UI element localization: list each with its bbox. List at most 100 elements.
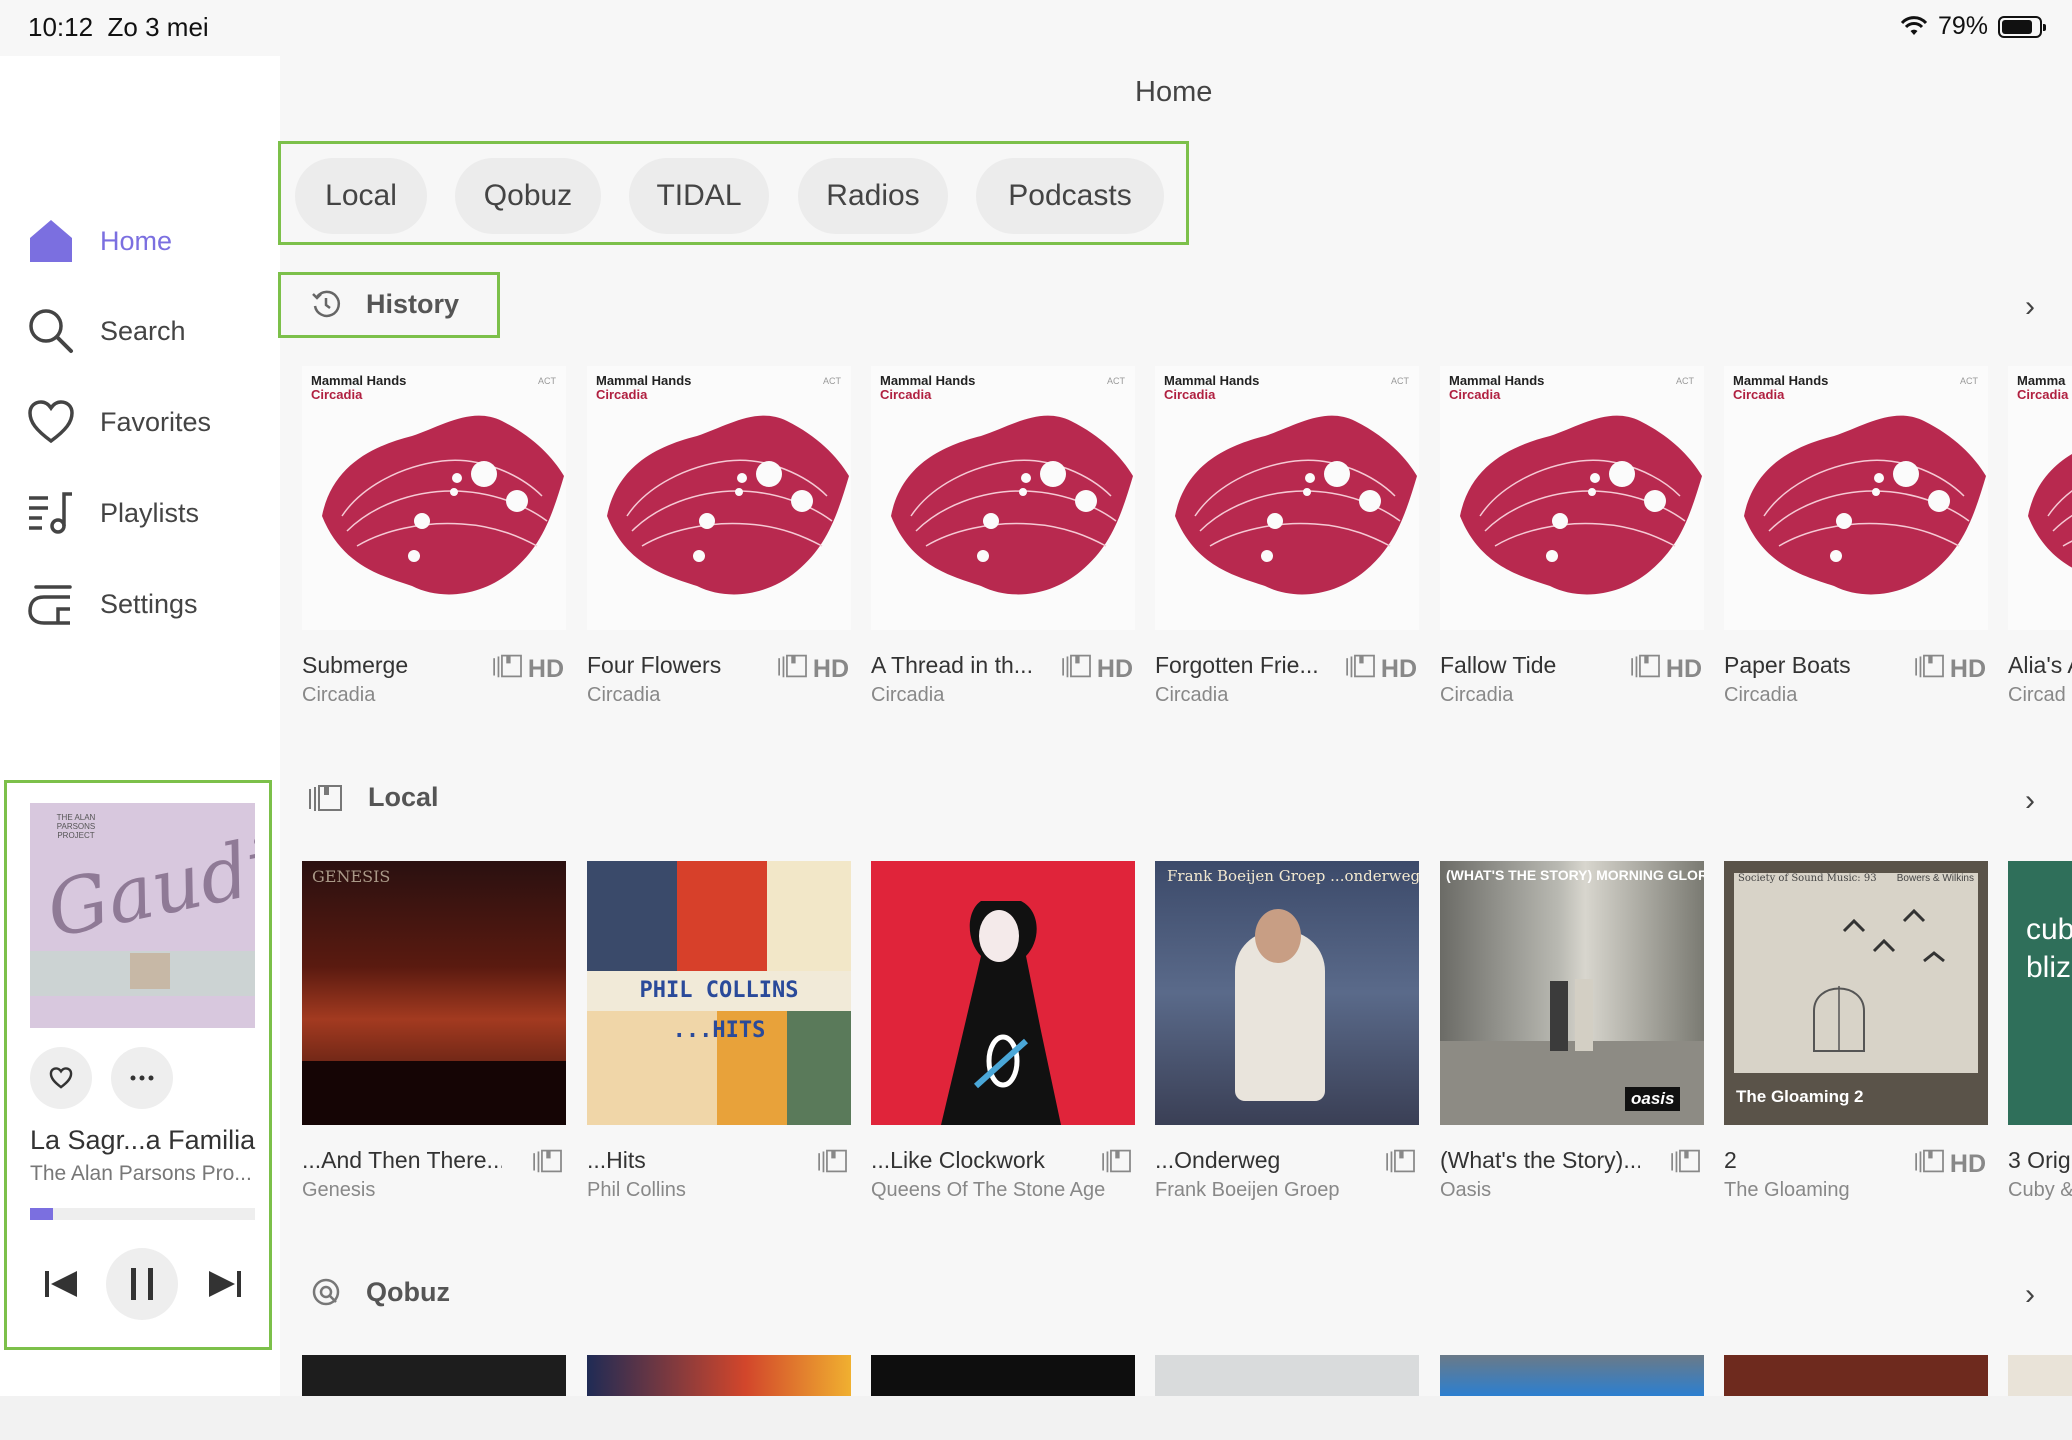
sidebar-item-playlists[interactable]: Playlists bbox=[26, 488, 199, 538]
card-title: Paper Boats bbox=[1724, 652, 1851, 678]
local-library-icon bbox=[1670, 1148, 1702, 1181]
card-title: Submerge bbox=[302, 652, 409, 678]
card-title: A Thread in th... bbox=[871, 652, 1033, 678]
history-card[interactable]: Mammal Hands Circadia ACT Fallow Tide Circ… bbox=[1440, 366, 1704, 706]
sidebar-item-label: Favorites bbox=[100, 406, 212, 437]
now-playing-title: La Sagr...a Familia bbox=[30, 1125, 256, 1155]
sidebar-item-settings[interactable]: Settings bbox=[26, 579, 198, 629]
now-playing-panel: THE ALAN PARSONS PROJECT Gaudi La Sagr..… bbox=[4, 780, 272, 1350]
album-art: Mammal Hands Circadia ACT bbox=[302, 366, 566, 630]
card-title: (What's the Story)... bbox=[1440, 1147, 1640, 1173]
quality-badges bbox=[817, 1148, 849, 1181]
card-title: ...And Then There... bbox=[302, 1147, 502, 1173]
card-title: 2 bbox=[1724, 1147, 1737, 1173]
card-subtitle: Circadia bbox=[1724, 684, 1798, 706]
tab-qobuz[interactable]: Qobuz bbox=[455, 158, 601, 234]
wifi-icon bbox=[1900, 15, 1928, 35]
history-icon bbox=[312, 290, 341, 318]
local-library-icon bbox=[492, 653, 524, 686]
history-card[interactable]: MammaCircadia Alia's A Circad bbox=[2008, 366, 2072, 706]
history-section-header[interactable]: History bbox=[310, 288, 459, 320]
card-subtitle: Circadia bbox=[1155, 684, 1229, 706]
qobuz-card[interactable] bbox=[1440, 1355, 1704, 1396]
qobuz-more-chevron[interactable]: › bbox=[2025, 1278, 2035, 1312]
card-title: Fallow Tide bbox=[1440, 652, 1557, 678]
battery-percent: 79% bbox=[1937, 12, 1988, 40]
more-options-button[interactable] bbox=[111, 1047, 173, 1109]
history-row: Mammal Hands Circadia ACT Submerge Circadi… bbox=[302, 366, 2072, 726]
hd-badge: HD bbox=[1949, 655, 1986, 683]
progress-bar[interactable] bbox=[30, 1208, 255, 1220]
art-title-text: cub bliz bbox=[2026, 913, 2072, 984]
history-card[interactable]: Mammal Hands Circadia ACT Paper Boats Circ… bbox=[1724, 366, 1988, 706]
art-street bbox=[1440, 1041, 1704, 1125]
local-card[interactable]: GENESIS ...And Then There... Genesis bbox=[302, 861, 566, 1201]
local-more-chevron[interactable]: › bbox=[2025, 784, 2035, 818]
settings-icon bbox=[28, 585, 72, 625]
sidebar-item-search[interactable]: Search bbox=[26, 306, 186, 356]
art-blob bbox=[1460, 415, 1702, 595]
art-blob bbox=[607, 415, 849, 595]
history-card[interactable]: Mammal Hands Circadia ACT A Thread in th..… bbox=[871, 366, 1135, 706]
local-card[interactable]: Society of Sound Music: 93 Bowers & Wilk… bbox=[1724, 861, 1988, 1201]
album-art: (WHAT'S THE STORY) MORNING GLORY ? oasis bbox=[1440, 861, 1704, 1125]
card-subtitle: Circad bbox=[2008, 684, 2066, 706]
hd-badge: HD bbox=[1096, 655, 1133, 683]
qobuz-card[interactable] bbox=[1155, 1355, 1419, 1396]
previous-icon bbox=[45, 1271, 77, 1297]
favorite-button[interactable] bbox=[30, 1047, 92, 1109]
local-library-icon bbox=[1914, 653, 1946, 686]
album-art: Frank Boeijen Groep ...onderweg bbox=[1155, 861, 1419, 1125]
now-playing-cover[interactable]: THE ALAN PARSONS PROJECT Gaudi bbox=[30, 803, 255, 1028]
previous-button[interactable] bbox=[37, 1248, 85, 1320]
card-subtitle: Cuby & bbox=[2008, 1179, 2072, 1201]
local-library-icon bbox=[777, 653, 809, 686]
card-subtitle: Circadia bbox=[302, 684, 376, 706]
sidebar-item-favorites[interactable]: Favorites bbox=[26, 397, 211, 447]
local-row: GENESIS ...And Then There... Genesis PHI… bbox=[302, 861, 2072, 1221]
qobuz-card[interactable] bbox=[587, 1355, 851, 1396]
album-art: Mammal Hands Circadia ACT bbox=[1440, 366, 1704, 630]
pause-button[interactable] bbox=[106, 1248, 178, 1320]
local-card[interactable]: cub bliz 3 Orig Cuby & bbox=[2008, 861, 2072, 1201]
art-figure bbox=[1550, 981, 1568, 1051]
sidebar-item-home[interactable]: Home bbox=[26, 216, 172, 266]
sidebar-item-label: Home bbox=[100, 225, 173, 256]
history-card[interactable]: Mammal Hands Circadia ACT Four Flowers Cir… bbox=[587, 366, 851, 706]
art-blob bbox=[322, 415, 564, 595]
tab-radios[interactable]: Radios bbox=[798, 158, 948, 234]
local-section-header[interactable]: Local bbox=[308, 782, 439, 813]
local-card[interactable]: Frank Boeijen Groep ...onderweg ...Onder… bbox=[1155, 861, 1419, 1201]
source-tabs: Local Qobuz TIDAL Radios Podcasts bbox=[278, 141, 1189, 245]
card-subtitle: Circadia bbox=[871, 684, 945, 706]
heart-icon bbox=[28, 400, 74, 444]
album-art: Society of Sound Music: 93 Bowers & Wilk… bbox=[1724, 861, 1988, 1125]
tab-tidal[interactable]: TIDAL bbox=[629, 158, 769, 234]
art-block bbox=[767, 861, 851, 971]
status-right: 79% bbox=[1900, 12, 2046, 41]
quality-badges: HD bbox=[492, 653, 564, 686]
sidebar-item-label: Search bbox=[100, 315, 186, 346]
heart-icon bbox=[49, 1067, 73, 1089]
home-icon bbox=[30, 220, 72, 262]
album-art: Mammal Hands Circadia ACT bbox=[1155, 366, 1419, 630]
history-card[interactable]: Mammal Hands Circadia ACT Submerge Circadi… bbox=[302, 366, 566, 706]
quality-badges: HD bbox=[1914, 1148, 1986, 1181]
qobuz-card[interactable] bbox=[2008, 1355, 2072, 1396]
qobuz-card[interactable] bbox=[302, 1355, 566, 1396]
qobuz-section-header[interactable]: Qobuz bbox=[310, 1276, 450, 1308]
local-card[interactable]: (WHAT'S THE STORY) MORNING GLORY ? oasis… bbox=[1440, 861, 1704, 1201]
local-library-icon bbox=[532, 1148, 564, 1181]
history-card[interactable]: Mammal Hands Circadia ACT Forgotten Frie..… bbox=[1155, 366, 1419, 706]
tab-podcasts[interactable]: Podcasts bbox=[976, 158, 1164, 234]
qobuz-card[interactable] bbox=[871, 1355, 1135, 1396]
card-title: Forgotten Frie... bbox=[1155, 652, 1319, 678]
next-button[interactable] bbox=[201, 1248, 249, 1320]
art-figure-head bbox=[1255, 909, 1301, 963]
card-subtitle: Circadia bbox=[1440, 684, 1514, 706]
tab-local[interactable]: Local bbox=[295, 158, 427, 234]
local-card[interactable]: PHIL COLLINS ...HITS ...Hits Phil Collin… bbox=[587, 861, 851, 1201]
local-card[interactable]: ...Like Clockwork Queens Of The Stone Ag… bbox=[871, 861, 1135, 1201]
qobuz-card[interactable] bbox=[1724, 1355, 1988, 1396]
history-more-chevron[interactable]: › bbox=[2025, 290, 2035, 324]
